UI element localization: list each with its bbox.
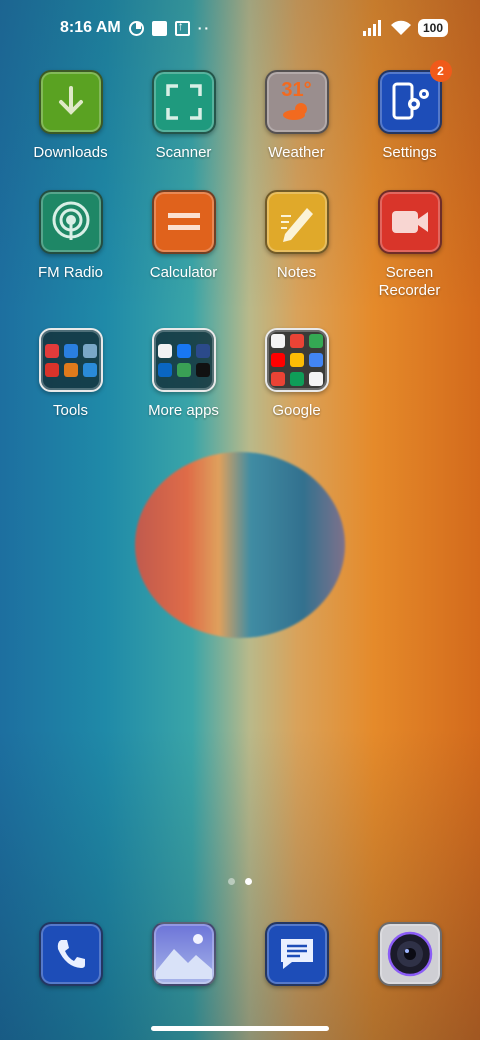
wallpaper-orb xyxy=(135,452,345,638)
dock-camera[interactable] xyxy=(353,922,466,986)
app-mini-icon xyxy=(63,362,78,377)
app-label: FM Radio xyxy=(37,264,104,281)
app-mini-icon xyxy=(308,334,323,348)
camera-icon xyxy=(377,922,442,986)
app-mini-icon xyxy=(176,343,191,358)
weather-temp: 31° xyxy=(281,78,312,101)
app-mini-icon xyxy=(270,353,285,367)
settings-icon: 2 xyxy=(377,60,452,134)
app-mini-icon xyxy=(289,353,304,367)
app-label: Notes xyxy=(276,264,317,281)
page-dot[interactable] xyxy=(228,878,235,885)
app-mini-icon xyxy=(308,372,323,386)
app-settings[interactable]: 2 Settings xyxy=(353,60,466,162)
data-saver-icon xyxy=(128,20,144,36)
wifi-icon xyxy=(390,20,411,35)
app-mini-icon xyxy=(176,362,191,377)
notification-badge: 2 xyxy=(429,60,452,82)
app-calculator[interactable]: Calculator xyxy=(127,190,240,300)
folder-icon xyxy=(38,328,103,392)
page-indicator[interactable] xyxy=(0,878,480,885)
app-mini-icon xyxy=(289,372,304,386)
dock-messages[interactable] xyxy=(240,922,353,986)
app-label: Calculator xyxy=(149,264,218,281)
folder-more-apps[interactable]: More apps xyxy=(127,328,240,420)
folder-google[interactable]: Google xyxy=(240,328,353,420)
more-notifications-icon: ·· xyxy=(197,20,212,36)
app-notes[interactable]: Notes xyxy=(240,190,353,300)
app-label: More apps xyxy=(148,402,219,419)
upload-icon xyxy=(174,19,190,36)
notes-icon xyxy=(264,190,329,254)
page-dot-active[interactable] xyxy=(245,878,252,885)
folder-icon xyxy=(264,328,329,392)
app-weather[interactable]: 31° Weather xyxy=(240,70,353,162)
home-indicator[interactable] xyxy=(151,1026,329,1031)
signal-icon xyxy=(362,20,381,36)
app-mini-icon xyxy=(82,362,97,377)
battery-indicator: 100 xyxy=(417,19,448,37)
app-mini-icon xyxy=(157,343,172,358)
app-label: Tools xyxy=(52,402,89,419)
scanner-icon xyxy=(151,70,216,134)
app-mini-icon xyxy=(195,362,210,377)
downloads-icon xyxy=(38,70,103,134)
phone-icon xyxy=(38,922,103,986)
app-mini-icon xyxy=(44,362,59,377)
app-label: Downloads xyxy=(33,144,108,161)
cloud-sun-icon xyxy=(282,102,307,120)
app-label: Screen Recorder xyxy=(378,264,441,299)
weather-icon: 31° xyxy=(264,70,329,134)
radio-icon xyxy=(38,190,103,254)
folder-icon xyxy=(151,328,216,392)
app-label: Weather xyxy=(268,144,325,161)
dock-phone[interactable] xyxy=(14,922,127,986)
app-downloads[interactable]: Downloads xyxy=(14,70,127,162)
app-grid: Downloads Scanner 31° Weather 2 Settings… xyxy=(14,60,466,420)
gallery-icon xyxy=(151,922,216,986)
app-mini-icon xyxy=(82,343,97,358)
app-fm-radio[interactable]: FM Radio xyxy=(14,190,127,300)
video-camera-icon xyxy=(377,190,442,254)
app-mini-icon xyxy=(270,372,285,386)
app-mini-icon xyxy=(308,353,323,367)
app-mini-icon xyxy=(44,343,59,358)
app-scanner[interactable]: Scanner xyxy=(127,70,240,162)
folder-tools[interactable]: Tools xyxy=(14,328,127,420)
app-mini-icon xyxy=(195,343,210,358)
app-mini-icon xyxy=(289,334,304,348)
app-label: Settings xyxy=(382,144,437,161)
app-label: Scanner xyxy=(155,144,212,161)
message-icon xyxy=(264,922,329,986)
app-mini-icon xyxy=(270,334,285,348)
status-bar: 8:16 AM ·· 100 xyxy=(0,0,480,56)
dock-gallery[interactable] xyxy=(127,922,240,986)
app-screen-recorder[interactable]: Screen Recorder xyxy=(353,190,466,300)
app-label: Google xyxy=(272,402,321,419)
status-time: 8:16 AM xyxy=(60,19,121,36)
app-mini-icon xyxy=(157,362,172,377)
dock xyxy=(14,922,466,986)
app-mini-icon xyxy=(63,343,78,358)
notification-square-icon xyxy=(151,20,167,36)
calculator-icon xyxy=(151,190,216,254)
